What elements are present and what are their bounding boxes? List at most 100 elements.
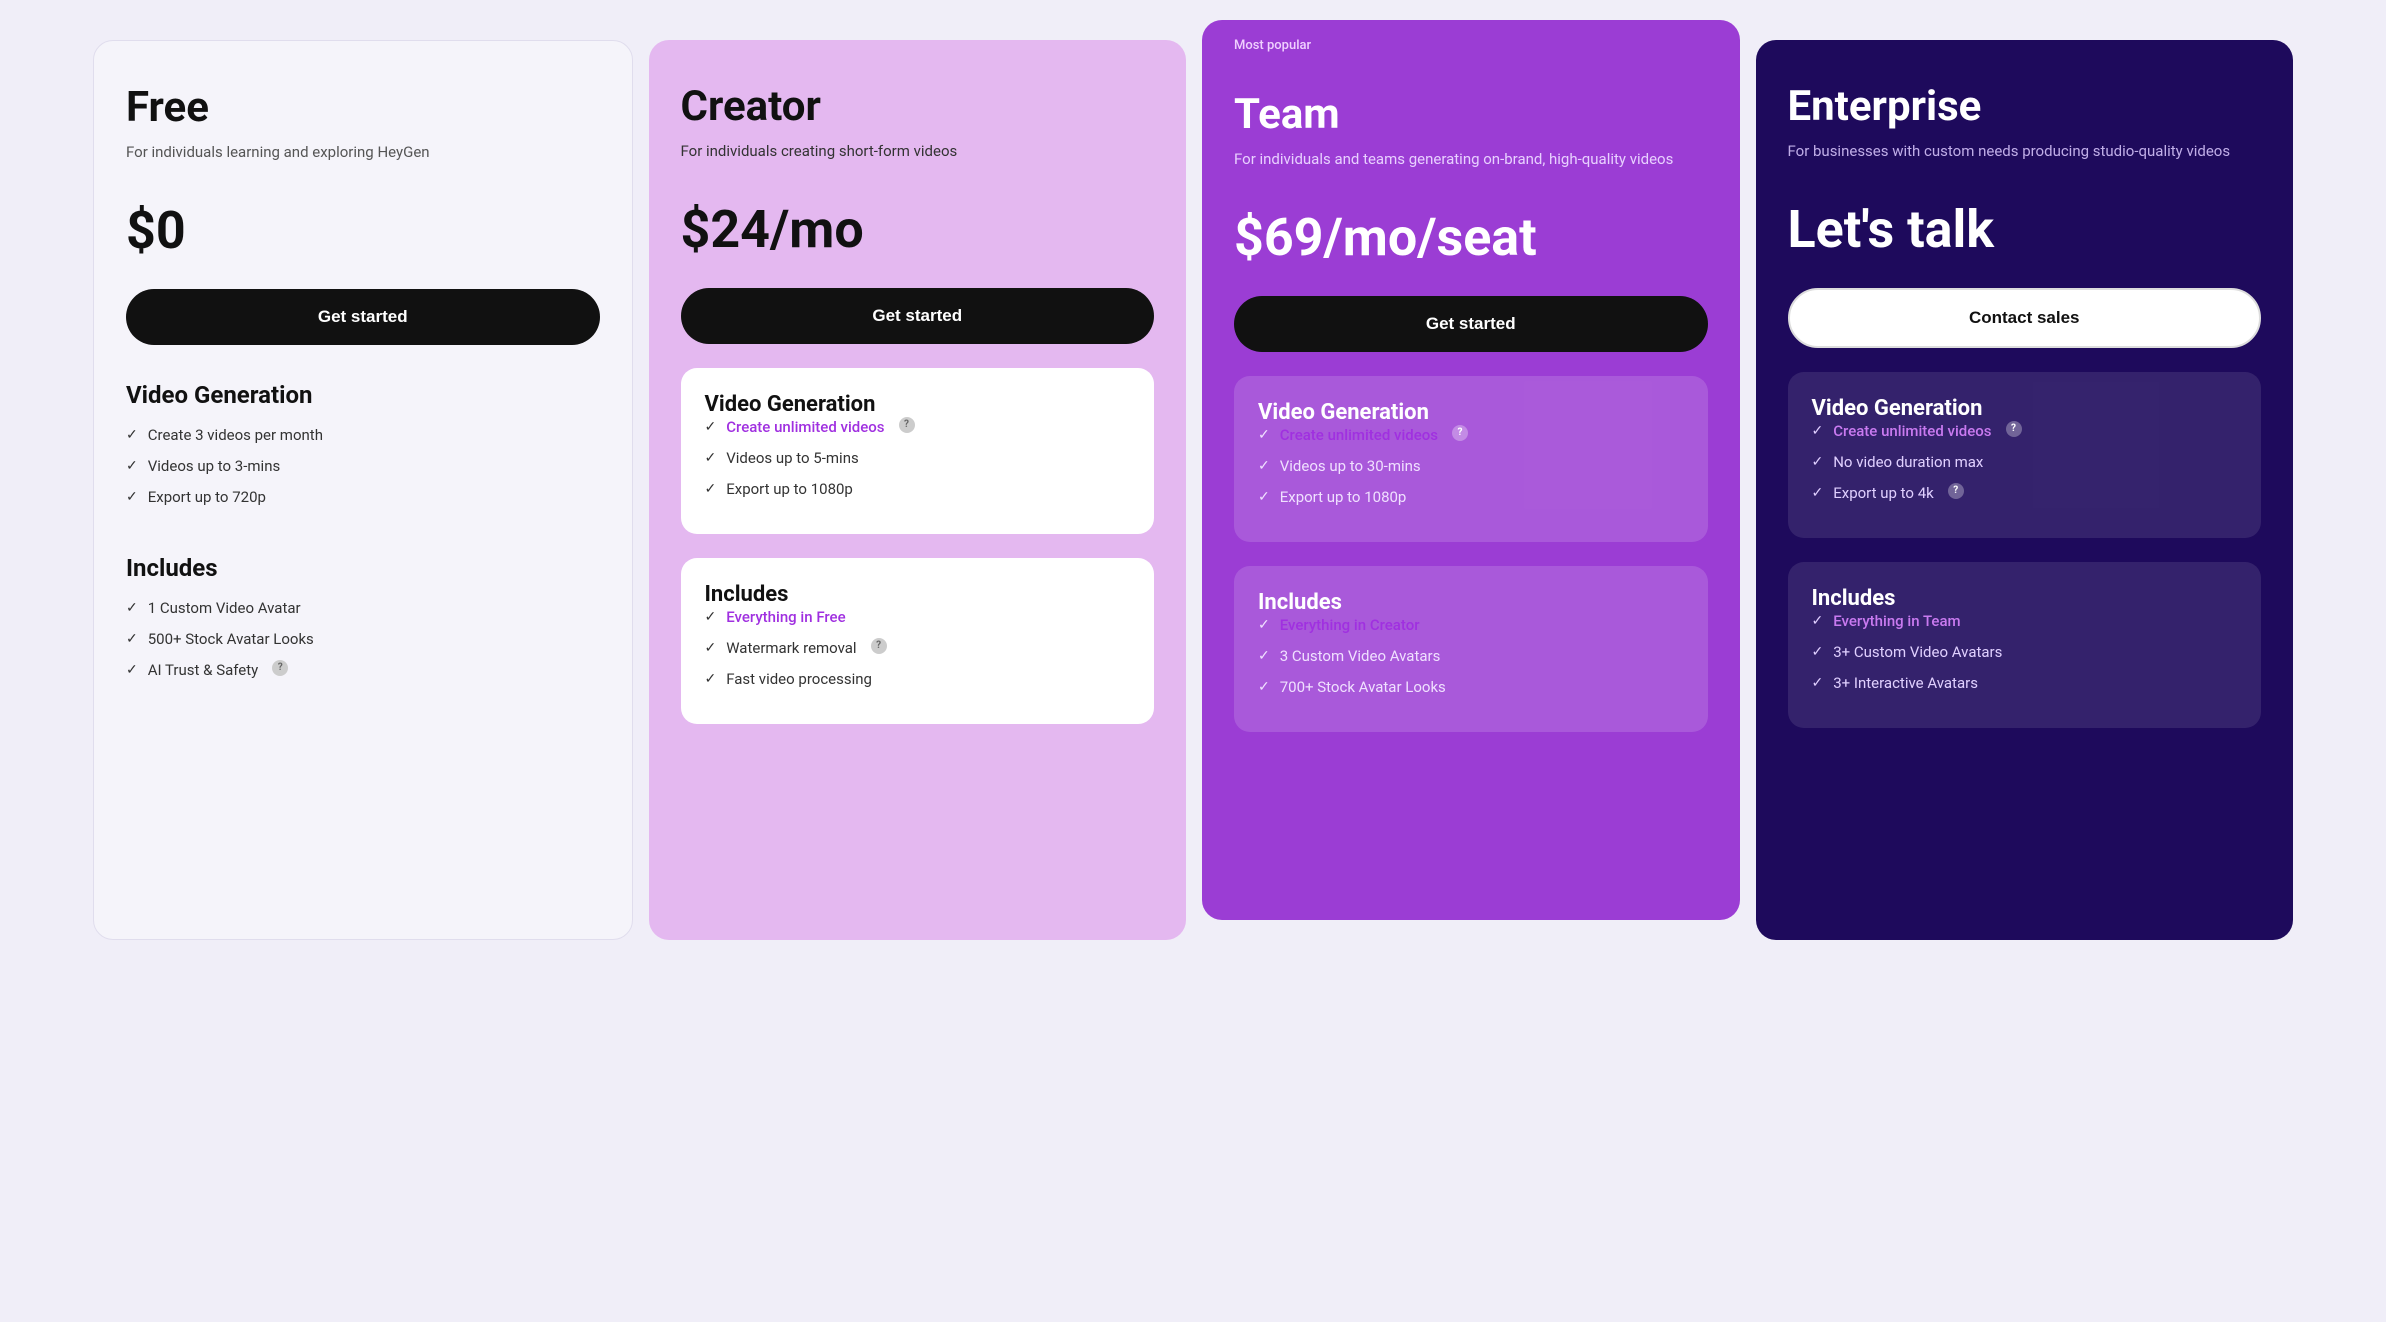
- plan-card-creator: Creator For individuals creating short-f…: [649, 40, 1187, 940]
- feature-text: 3+ Interactive Avatars: [1833, 673, 1978, 694]
- cta-button-enterprise[interactable]: Contact sales: [1788, 288, 2262, 348]
- check-icon: ✓: [126, 630, 138, 650]
- check-icon: ✓: [1812, 453, 1824, 473]
- check-icon: ✓: [1258, 426, 1270, 446]
- feature-text: Videos up to 5-mins: [726, 448, 858, 469]
- video-gen-title-free: Video Generation: [126, 381, 600, 409]
- plan-name-creator: Creator: [681, 84, 1155, 130]
- check-icon: ✓: [705, 670, 717, 690]
- feature-link[interactable]: Everything in Team: [1833, 611, 1960, 632]
- check-icon: ✓: [705, 608, 717, 628]
- plan-card-free: Free For individuals learning and explor…: [93, 40, 633, 940]
- info-icon[interactable]: ?: [871, 638, 887, 654]
- plan-price-enterprise: Let's talk: [1788, 199, 2262, 260]
- feature-link[interactable]: Everything in Creator: [1280, 615, 1420, 636]
- check-icon: ✓: [705, 639, 717, 659]
- feature-item: ✓ Videos up to 3-mins: [126, 456, 600, 477]
- feature-item: ✓ AI Trust & Safety ?: [126, 660, 600, 681]
- check-icon: ✓: [705, 449, 717, 469]
- check-icon: ✓: [705, 418, 717, 438]
- feature-item: ✓ Create 3 videos per month: [126, 425, 600, 446]
- includes-title-team: Includes: [1258, 590, 1342, 615]
- feature-item: ✓ 3 Custom Video Avatars: [1258, 646, 1684, 667]
- feature-item: ✓ Create unlimited videos ?: [1258, 425, 1684, 446]
- check-icon: ✓: [1812, 484, 1824, 504]
- feature-item: ✓ Everything in Creator: [1258, 615, 1684, 636]
- feature-link[interactable]: Create unlimited videos: [1280, 425, 1438, 446]
- feature-item: ✓ Watermark removal ?: [705, 638, 1131, 659]
- feature-item: ✓ 3+ Custom Video Avatars: [1812, 642, 2238, 663]
- feature-text: Create 3 videos per month: [148, 425, 323, 446]
- most-popular-badge: Most popular: [1234, 38, 1311, 53]
- feature-item: ✓ Export up to 1080p: [1258, 487, 1684, 508]
- info-icon[interactable]: ?: [2006, 421, 2022, 437]
- feature-item: ✓ Export up to 4k ?: [1812, 483, 2238, 504]
- feature-text: AI Trust & Safety: [148, 660, 259, 681]
- video-gen-box-team: Video Generation ✓ Create unlimited vide…: [1234, 376, 1708, 542]
- feature-item: ✓ 3+ Interactive Avatars: [1812, 673, 2238, 694]
- includes-title-creator: Includes: [705, 582, 789, 607]
- video-gen-title-creator: Video Generation: [705, 392, 876, 417]
- video-gen-title-team: Video Generation: [1258, 400, 1429, 425]
- feature-text: 1 Custom Video Avatar: [148, 598, 301, 619]
- feature-item: ✓ 700+ Stock Avatar Looks: [1258, 677, 1684, 698]
- check-icon: ✓: [705, 480, 717, 500]
- info-icon[interactable]: ?: [1948, 483, 1964, 499]
- video-gen-title-enterprise: Video Generation: [1812, 396, 1983, 421]
- feature-text: Fast video processing: [726, 669, 872, 690]
- info-icon[interactable]: ?: [272, 660, 288, 676]
- cta-button-creator[interactable]: Get started: [681, 288, 1155, 344]
- feature-item: ✓ Everything in Team: [1812, 611, 2238, 632]
- check-icon: ✓: [126, 599, 138, 619]
- feature-item: ✓ Videos up to 5-mins: [705, 448, 1131, 469]
- plan-name-team: Team: [1234, 92, 1708, 138]
- video-gen-box-enterprise: Video Generation ✓ Create unlimited vide…: [1788, 372, 2262, 538]
- plan-name-free: Free: [126, 85, 600, 131]
- feature-text: Watermark removal: [726, 638, 856, 659]
- feature-text: 700+ Stock Avatar Looks: [1280, 677, 1446, 698]
- plan-desc-enterprise: For businesses with custom needs produci…: [1788, 140, 2262, 163]
- feature-text: Videos up to 30-mins: [1280, 456, 1421, 477]
- plan-price-team: $69/mo/seat: [1234, 207, 1708, 268]
- includes-box-enterprise: Includes ✓ Everything in Team ✓ 3+ Custo…: [1788, 562, 2262, 728]
- cta-button-free[interactable]: Get started: [126, 289, 600, 345]
- feature-item: ✓ Create unlimited videos ?: [705, 417, 1131, 438]
- pricing-container: Free For individuals learning and explor…: [93, 40, 2293, 940]
- includes-title-free: Includes: [126, 554, 600, 582]
- info-icon[interactable]: ?: [1452, 425, 1468, 441]
- feature-text: 500+ Stock Avatar Looks: [148, 629, 314, 650]
- info-icon[interactable]: ?: [899, 417, 915, 433]
- includes-title-enterprise: Includes: [1812, 586, 1896, 611]
- check-icon: ✓: [1812, 422, 1824, 442]
- plan-desc-team: For individuals and teams generating on-…: [1234, 148, 1708, 171]
- check-icon: ✓: [126, 457, 138, 477]
- plan-card-enterprise: Enterprise For businesses with custom ne…: [1756, 40, 2294, 940]
- plan-card-team: Most popular Team For individuals and te…: [1202, 20, 1740, 920]
- plan-desc-creator: For individuals creating short-form vide…: [681, 140, 1155, 163]
- includes-box-team: Includes ✓ Everything in Creator ✓ 3 Cus…: [1234, 566, 1708, 732]
- feature-item: ✓ Everything in Free: [705, 607, 1131, 628]
- feature-text: Export up to 1080p: [1280, 487, 1407, 508]
- feature-item: ✓ Videos up to 30-mins: [1258, 456, 1684, 477]
- feature-text: 3 Custom Video Avatars: [1280, 646, 1441, 667]
- check-icon: ✓: [1258, 488, 1270, 508]
- cta-button-team[interactable]: Get started: [1234, 296, 1708, 352]
- check-icon: ✓: [1258, 457, 1270, 477]
- feature-link[interactable]: Create unlimited videos: [726, 417, 884, 438]
- feature-item: ✓ Export up to 1080p: [705, 479, 1131, 500]
- feature-item: ✓ Create unlimited videos ?: [1812, 421, 2238, 442]
- feature-text: Export up to 4k: [1833, 483, 1934, 504]
- plan-price-creator: $24/mo: [681, 199, 1155, 260]
- feature-link[interactable]: Everything in Free: [726, 607, 845, 628]
- includes-box-creator: Includes ✓ Everything in Free ✓ Watermar…: [681, 558, 1155, 724]
- feature-item: ✓ 1 Custom Video Avatar: [126, 598, 600, 619]
- check-icon: ✓: [1258, 678, 1270, 698]
- plan-name-enterprise: Enterprise: [1788, 84, 2262, 130]
- feature-text: Export up to 720p: [148, 487, 266, 508]
- feature-link[interactable]: Create unlimited videos: [1833, 421, 1991, 442]
- check-icon: ✓: [1812, 674, 1824, 694]
- check-icon: ✓: [1812, 643, 1824, 663]
- check-icon: ✓: [1812, 612, 1824, 632]
- check-icon: ✓: [1258, 616, 1270, 636]
- feature-text: Export up to 1080p: [726, 479, 853, 500]
